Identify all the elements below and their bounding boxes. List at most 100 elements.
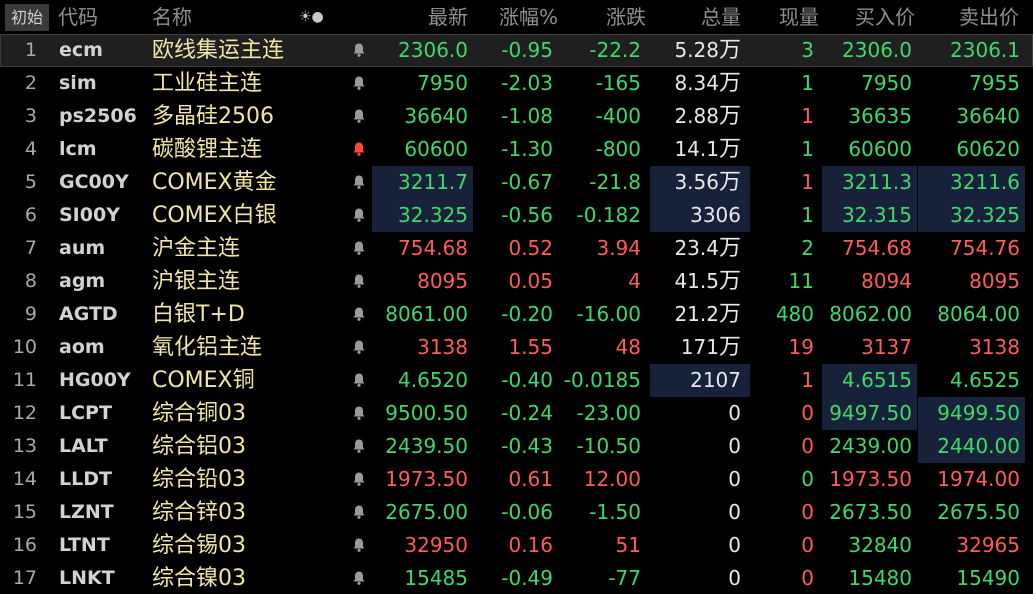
ask-price: 2675.50 <box>937 500 1020 524</box>
last-price: 32950 <box>404 533 468 557</box>
quote-row[interactable]: 5 GC00Y COMEX黄金 3211.7 -0.67 -21.8 3.56万 1 3211.… <box>0 166 1033 199</box>
alert-bell-icon[interactable] <box>352 133 366 166</box>
header-name[interactable]: 名称 <box>152 0 192 34</box>
instrument-name: 综合铜03 <box>152 401 246 426</box>
quote-row[interactable]: 4 lcm 碳酸锂主连 60600 -1.30 -800 14.1万 1 60600 60620 <box>0 133 1033 166</box>
last-price: 9500.50 <box>385 401 468 425</box>
bid-price: 3137 <box>861 335 912 359</box>
instrument-name: 综合锡03 <box>152 533 246 558</box>
change-percent: -1.08 <box>501 104 553 128</box>
alert-bell-icon[interactable] <box>352 397 366 430</box>
header-last[interactable]: 最新 <box>398 0 468 34</box>
total-volume: 5.28万 <box>674 38 741 63</box>
header-volume[interactable]: 总量 <box>668 0 741 34</box>
row-index: 8 <box>24 270 37 292</box>
instrument-name: COMEX铜 <box>152 368 255 393</box>
quote-row[interactable]: 14 LLDT 综合铅03 1973.50 0.61 12.00 0 0 1973.50 1974… <box>0 463 1033 496</box>
header-display-toggle-icon[interactable]: ☀● <box>299 0 324 34</box>
quote-row[interactable]: 1 ecm 欧线集运主连 2306.0 -0.95 -22.2 5.28万 3 2306.0 23… <box>0 34 1033 67</box>
alert-bell-icon[interactable] <box>352 298 366 331</box>
last-price: 3138 <box>417 335 468 359</box>
total-volume: 171万 <box>680 335 741 360</box>
alert-bell-icon[interactable] <box>352 331 366 364</box>
total-volume: 0 <box>728 401 741 425</box>
quote-row[interactable]: 17 LNKT 综合镍03 15485 -0.49 -77 0 0 15480 15490 <box>0 562 1033 594</box>
alert-bell-icon[interactable] <box>352 199 366 232</box>
quote-row[interactable]: 13 LALT 综合铝03 2439.50 -0.43 -10.50 0 0 2439.00 24… <box>0 430 1033 463</box>
row-index: 4 <box>24 138 37 160</box>
alert-bell-icon[interactable] <box>352 100 366 133</box>
volume-unit: 万 <box>718 38 741 63</box>
last-price: 60600 <box>404 137 468 161</box>
instrument-code: LLDT <box>59 468 112 490</box>
last-price: 32.325 <box>398 203 468 227</box>
current-volume: 1 <box>801 104 814 128</box>
alert-bell-icon[interactable] <box>352 496 366 529</box>
alert-bell-icon[interactable] <box>352 364 366 397</box>
instrument-code: GC00Y <box>59 171 129 193</box>
instrument-code: lcm <box>59 138 97 160</box>
bid-price: 15480 <box>848 566 912 590</box>
instrument-code: LCPT <box>59 402 112 424</box>
volume-unit: 万 <box>718 137 741 162</box>
alert-bell-icon[interactable] <box>352 67 366 100</box>
current-volume: 2 <box>801 236 814 260</box>
header-code[interactable]: 代码 <box>58 0 98 34</box>
quote-row[interactable]: 16 LTNT 综合锡03 32950 0.16 51 0 0 32840 32965 <box>0 529 1033 562</box>
ask-price: 1974.00 <box>937 467 1020 491</box>
change-percent: 0.52 <box>508 236 553 260</box>
change-percent: -2.03 <box>501 71 553 95</box>
alert-bell-icon[interactable] <box>352 265 366 298</box>
change-value: 48 <box>615 335 641 359</box>
quote-row[interactable]: 2 sim 工业硅主连 7950 -2.03 -165 8.34万 1 7950 7955 <box>0 67 1033 100</box>
bid-price: 32840 <box>848 533 912 557</box>
last-price: 2675.00 <box>385 500 468 524</box>
row-index: 12 <box>12 402 37 424</box>
header-ask[interactable]: 卖出价 <box>930 0 1019 34</box>
quote-row[interactable]: 10 aom 氧化铝主连 3138 1.55 48 171万 19 3137 3138 <box>0 331 1033 364</box>
total-volume: 8.34万 <box>674 71 741 96</box>
initial-sort-button[interactable]: 初始 <box>5 4 49 31</box>
header-current-volume[interactable]: 现量 <box>745 0 819 34</box>
quote-row[interactable]: 9 AGTD 白银T+D 8061.00 -0.20 -16.00 21.2万 480 8062… <box>0 298 1033 331</box>
quote-row[interactable]: 8 agm 沪银主连 8095 0.05 4 41.5万 11 8094 8095 <box>0 265 1033 298</box>
instrument-name: 多晶硅2506 <box>152 104 274 129</box>
quote-row[interactable]: 7 aum 沪金主连 754.68 0.52 3.94 23.4万 2 754.68 754.76 <box>0 232 1033 265</box>
alert-bell-icon[interactable] <box>352 34 366 67</box>
row-index: 16 <box>12 534 37 556</box>
bid-price: 8062.00 <box>829 302 912 326</box>
change-percent: 0.16 <box>508 533 553 557</box>
bid-price: 36635 <box>848 104 912 128</box>
last-price: 8061.00 <box>385 302 468 326</box>
alert-bell-icon[interactable] <box>352 232 366 265</box>
instrument-code: LALT <box>59 435 108 457</box>
header-change[interactable]: 涨跌 <box>576 0 646 34</box>
quote-row[interactable]: 3 ps2506 多晶硅2506 36640 -1.08 -400 2.88万 1 36635 3… <box>0 100 1033 133</box>
change-value: -22.2 <box>589 38 641 62</box>
alert-bell-icon[interactable] <box>352 562 366 594</box>
current-volume: 19 <box>788 335 814 359</box>
row-index: 11 <box>12 369 37 391</box>
instrument-name: 工业硅主连 <box>152 71 263 96</box>
ask-price: 60620 <box>956 137 1020 161</box>
current-volume: 3 <box>801 38 814 62</box>
bid-price: 2673.50 <box>829 500 912 524</box>
change-percent: -0.56 <box>501 203 553 227</box>
volume-unit: 万 <box>718 302 741 327</box>
alert-bell-icon[interactable] <box>352 463 366 496</box>
quote-row[interactable]: 12 LCPT 综合铜03 9500.50 -0.24 -23.00 0 0 9497.50 94… <box>0 397 1033 430</box>
quote-row[interactable]: 11 HG00Y COMEX铜 4.6520 -0.40 -0.0185 2107 1 4.65… <box>0 364 1033 397</box>
header-change-pct[interactable]: 涨幅% <box>478 0 558 34</box>
alert-bell-icon[interactable] <box>352 166 366 199</box>
row-index: 7 <box>24 237 37 259</box>
volume-unit: 万 <box>718 335 741 360</box>
alert-bell-icon[interactable] <box>352 529 366 562</box>
instrument-code: ps2506 <box>59 105 137 127</box>
instrument-code: HG00Y <box>59 369 131 391</box>
header-bid[interactable]: 买入价 <box>830 0 915 34</box>
quote-row[interactable]: 15 LZNT 综合锌03 2675.00 -0.06 -1.50 0 0 2673.50 267… <box>0 496 1033 529</box>
quote-row[interactable]: 6 SI00Y COMEX白银 32.325 -0.56 -0.182 3306 1 32.31… <box>0 199 1033 232</box>
volume-unit: 万 <box>718 71 741 96</box>
alert-bell-icon[interactable] <box>352 430 366 463</box>
ask-price: 3138 <box>969 335 1020 359</box>
